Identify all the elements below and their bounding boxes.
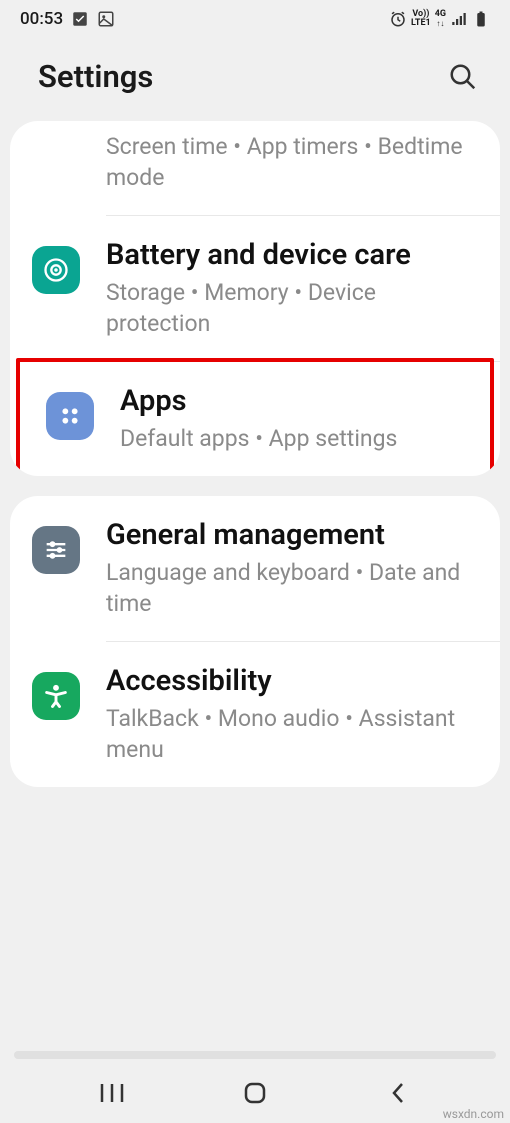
recents-button[interactable] (98, 1079, 126, 1107)
watermark: wsxdn.com (443, 1107, 504, 1121)
page-title: Settings (38, 58, 153, 95)
apps-icon (46, 392, 94, 440)
volte-icon: Vo)) LTE1 (411, 10, 431, 28)
row-title: Accessibility (106, 664, 474, 699)
general-management-icon (32, 526, 80, 574)
scrollbar[interactable] (14, 1051, 496, 1059)
nav-bar (0, 1063, 510, 1123)
accessibility-icon (32, 672, 80, 720)
header: Settings (0, 38, 510, 121)
row-sub: TalkBack • Mono audio • Assistant menu (106, 703, 474, 765)
row-battery-device-care[interactable]: Battery and device care Storage • Memory… (10, 216, 500, 361)
clock: 00:53 (20, 9, 63, 29)
alarm-icon (389, 10, 407, 28)
row-title: General management (106, 518, 474, 553)
4g-icon: 4G↑↓ (435, 10, 446, 28)
home-button[interactable] (241, 1079, 269, 1107)
back-button[interactable] (384, 1079, 412, 1107)
highlight-apps: Apps Default apps • App settings (16, 358, 494, 476)
row-title: Battery and device care (106, 238, 474, 273)
device-care-icon (32, 246, 80, 294)
row-apps[interactable]: Apps Default apps • App settings (20, 362, 490, 476)
checkbox-icon (71, 10, 89, 28)
row-sub: Storage • Memory • Device protection (106, 277, 474, 339)
status-right: Vo)) LTE1 4G↑↓ (389, 10, 490, 28)
row-sub: Screen time • App timers • Bedtime mode (106, 131, 474, 193)
row-general-management[interactable]: General management Language and keyboard… (10, 496, 500, 641)
status-left: 00:53 (20, 9, 115, 29)
row-accessibility[interactable]: Accessibility TalkBack • Mono audio • As… (10, 642, 500, 787)
settings-card-1: Screen time • App timers • Bedtime mode … (10, 121, 500, 476)
signal-icon (450, 10, 468, 28)
row-sub: Language and keyboard • Date and time (106, 557, 474, 619)
row-title: Apps (120, 384, 464, 419)
status-bar: 00:53 Vo)) LTE1 4G↑↓ (0, 0, 510, 38)
settings-card-2: General management Language and keyboard… (10, 496, 500, 787)
battery-icon (472, 10, 490, 28)
row-digital-wellbeing[interactable]: Screen time • App timers • Bedtime mode (10, 121, 500, 215)
row-sub: Default apps • App settings (120, 423, 464, 454)
search-icon[interactable] (448, 62, 478, 92)
image-icon (97, 10, 115, 28)
